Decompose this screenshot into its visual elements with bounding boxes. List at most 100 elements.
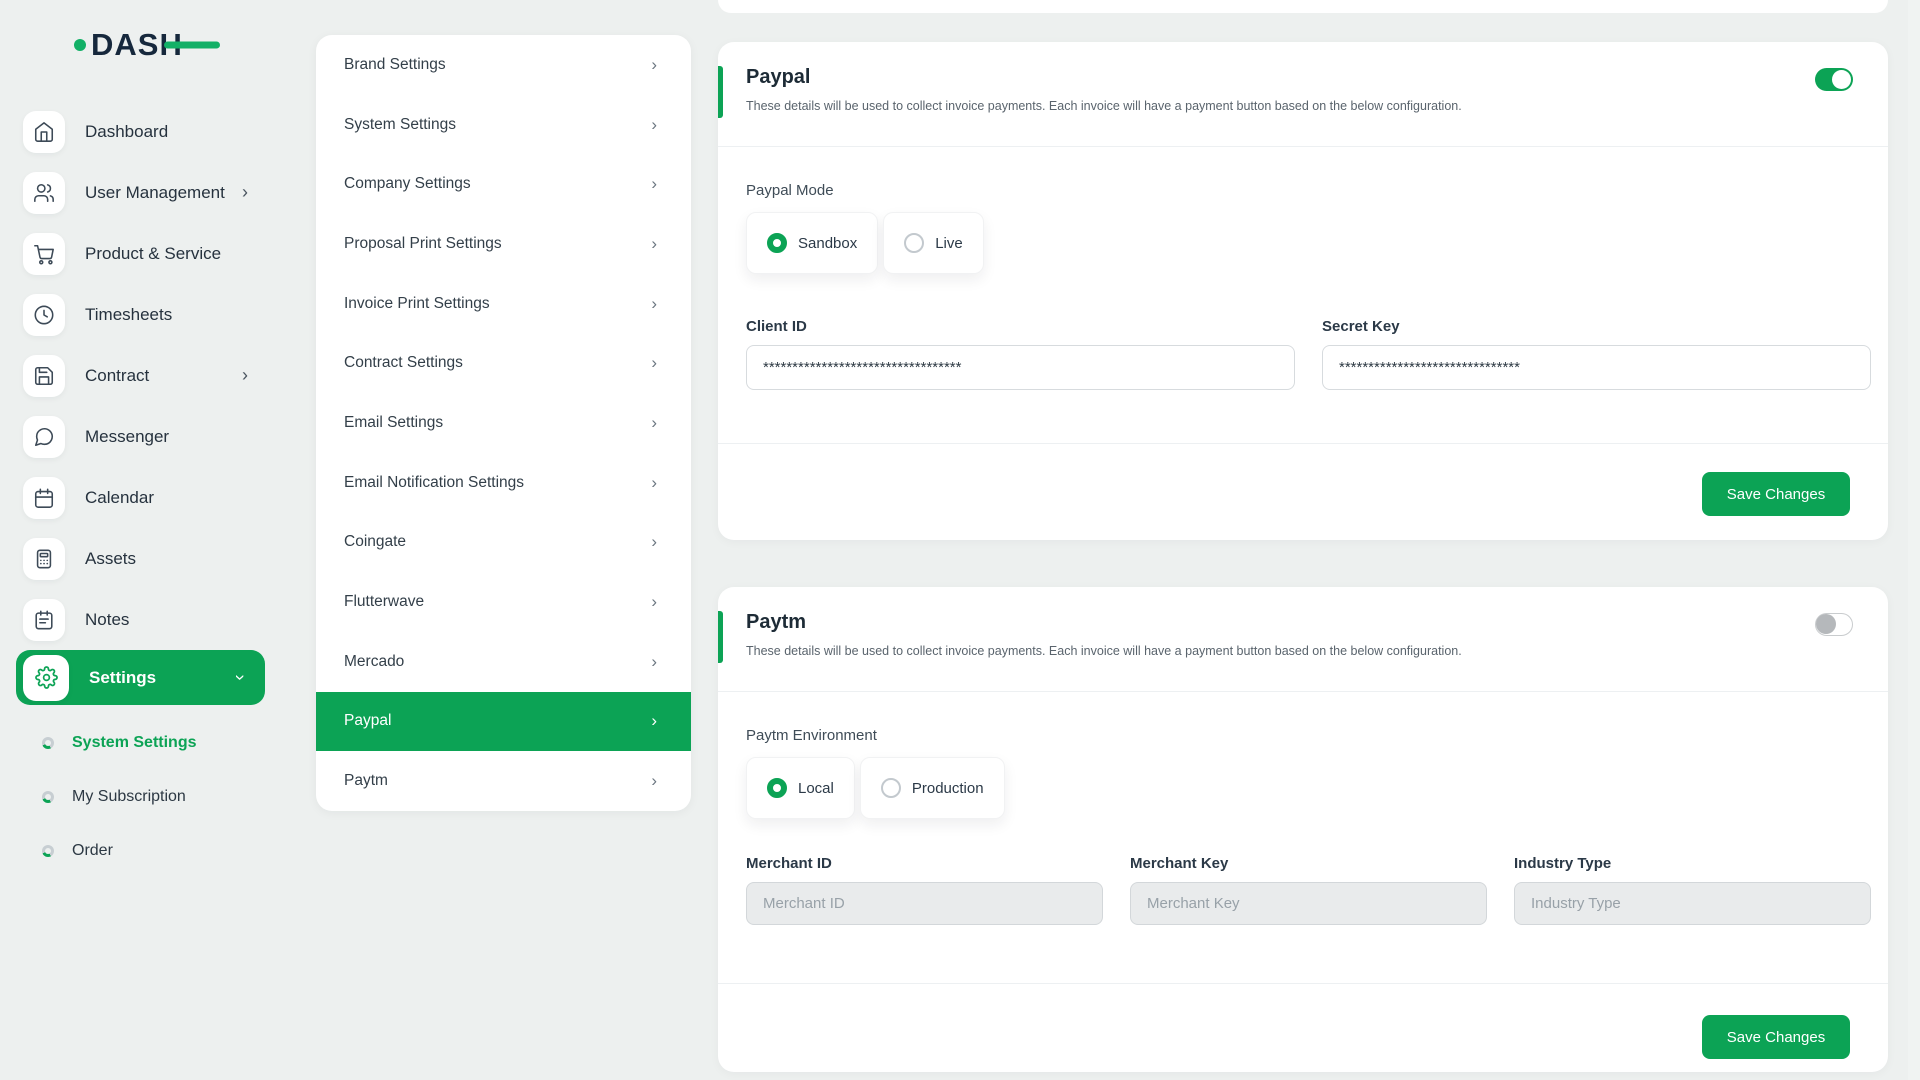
radio-option-sandbox[interactable]: Sandbox	[746, 212, 878, 274]
secret-key-input[interactable]	[1322, 345, 1871, 390]
paytm-card-description: These details will be used to collect in…	[746, 644, 1462, 658]
radio-option-local[interactable]: Local	[746, 757, 855, 819]
toggle-knob	[1832, 70, 1851, 89]
sidebar-item-settings[interactable]: Settings ›	[16, 650, 265, 705]
radio-unchecked-icon[interactable]	[904, 233, 924, 253]
menu-item-label: System Settings	[344, 116, 456, 134]
settings-menu-item-invoice-print-settings[interactable]: Invoice Print Settings ›	[316, 274, 691, 334]
sidebar-item-label: Dashboard	[85, 122, 168, 142]
paypal-card-title: Paypal	[746, 66, 810, 89]
progress-bullet-icon	[42, 791, 54, 803]
sidebar-item-label: Contract	[85, 366, 149, 386]
settings-menu-item-company-settings[interactable]: Company Settings ›	[316, 154, 691, 214]
menu-item-label: Paytm	[344, 772, 388, 790]
toggle-knob	[1816, 614, 1836, 634]
subnav-item-label: Order	[72, 842, 113, 860]
settings-menu-item-contract-settings[interactable]: Contract Settings ›	[316, 333, 691, 393]
paytm-fields: Merchant ID Merchant Key Industry Type	[746, 855, 1871, 925]
sidebar-item-contract[interactable]: Contract ›	[0, 345, 290, 406]
sidebar-item-label: Assets	[85, 549, 136, 569]
sidebar-item-calendar[interactable]: Calendar	[0, 467, 290, 528]
home-icon	[23, 111, 65, 153]
settings-menu-item-email-notification-settings[interactable]: Email Notification Settings ›	[316, 453, 691, 513]
progress-bullet-icon	[42, 845, 54, 857]
paytm-enable-toggle[interactable]	[1815, 613, 1853, 636]
scrollbar[interactable]	[1908, 0, 1920, 1080]
chevron-right-icon: ›	[651, 55, 657, 75]
radio-unchecked-icon[interactable]	[881, 778, 901, 798]
divider	[718, 443, 1888, 444]
settings-menu-item-mercado[interactable]: Mercado ›	[316, 632, 691, 692]
app-logo[interactable]: DASH	[72, 24, 222, 69]
subnav-item-system-settings[interactable]: System Settings	[0, 716, 290, 770]
client-id-input[interactable]	[746, 345, 1295, 390]
merchant-id-input[interactable]	[746, 882, 1103, 925]
paypal-mode-options: Sandbox Live	[746, 212, 984, 274]
settings-menu-item-system-settings[interactable]: System Settings ›	[316, 95, 691, 155]
paypal-mode-label: Paypal Mode	[746, 182, 834, 199]
industry-type-input[interactable]	[1514, 882, 1871, 925]
sidebar-item-label: Notes	[85, 610, 129, 630]
chevron-right-icon: ›	[651, 294, 657, 314]
radio-checked-icon[interactable]	[767, 778, 787, 798]
settings-menu-item-brand-settings[interactable]: Brand Settings ›	[316, 35, 691, 95]
settings-subnav: System Settings My Subscription Order	[0, 716, 290, 878]
settings-menu-item-coingate[interactable]: Coingate ›	[316, 513, 691, 573]
settings-menu-item-paytm[interactable]: Paytm ›	[316, 751, 691, 811]
chevron-right-icon: ›	[651, 711, 657, 731]
sidebar-item-label: Messenger	[85, 427, 169, 447]
radio-option-label: Sandbox	[798, 235, 857, 252]
industry-type-field-group: Industry Type	[1514, 855, 1871, 925]
subnav-item-label: System Settings	[72, 734, 196, 752]
previous-card-bottom	[718, 0, 1888, 13]
client-id-field-group: Client ID	[746, 318, 1295, 390]
main-content: Paypal These details will be used to col…	[718, 0, 1888, 1080]
card-accent-bar	[718, 611, 723, 663]
settings-menu-item-proposal-print-settings[interactable]: Proposal Print Settings ›	[316, 214, 691, 274]
menu-item-label: Proposal Print Settings	[344, 235, 502, 253]
chevron-right-icon: ›	[651, 413, 657, 433]
subnav-item-label: My Subscription	[72, 788, 186, 806]
notepad-icon	[23, 599, 65, 641]
progress-bullet-icon	[42, 737, 54, 749]
sidebar-item-messenger[interactable]: Messenger	[0, 406, 290, 467]
menu-item-label: Email Settings	[344, 414, 443, 432]
clock-icon	[23, 294, 65, 336]
paytm-environment-options: Local Production	[746, 757, 1005, 819]
menu-item-label: Invoice Print Settings	[344, 295, 490, 313]
merchant-key-field-group: Merchant Key	[1130, 855, 1487, 925]
sidebar-item-label: Product & Service	[85, 244, 221, 264]
paypal-save-button[interactable]: Save Changes	[1702, 472, 1850, 516]
radio-option-label: Production	[912, 780, 984, 797]
sidebar-item-dashboard[interactable]: Dashboard	[0, 101, 290, 162]
settings-menu-item-flutterwave[interactable]: Flutterwave ›	[316, 572, 691, 632]
settings-menu-item-email-settings[interactable]: Email Settings ›	[316, 393, 691, 453]
paytm-save-button[interactable]: Save Changes	[1702, 1015, 1850, 1059]
paypal-enable-toggle[interactable]	[1815, 68, 1853, 91]
menu-item-label: Email Notification Settings	[344, 474, 524, 492]
radio-option-live[interactable]: Live	[883, 212, 984, 274]
sidebar-item-label: Calendar	[85, 488, 154, 508]
floppy-icon	[23, 355, 65, 397]
sidebar-item-timesheets[interactable]: Timesheets	[0, 284, 290, 345]
industry-type-label: Industry Type	[1514, 855, 1871, 872]
chevron-right-icon: ›	[242, 365, 248, 386]
sidebar-item-assets[interactable]: Assets	[0, 528, 290, 589]
paypal-fields: Client ID Secret Key	[746, 318, 1871, 390]
sidebar-item-product-service[interactable]: Product & Service	[0, 223, 290, 284]
chevron-right-icon: ›	[651, 115, 657, 135]
settings-menu-item-paypal[interactable]: Paypal ›	[316, 692, 691, 752]
radio-option-production[interactable]: Production	[860, 757, 1005, 819]
merchant-key-input[interactable]	[1130, 882, 1487, 925]
sidebar-item-notes[interactable]: Notes	[0, 589, 290, 650]
dash-logo-icon: DASH	[72, 24, 222, 64]
chevron-down-icon: ›	[230, 675, 251, 681]
sidebar-item-user-management[interactable]: User Management ›	[0, 162, 290, 223]
sidebar: DASH Dashboard User Management › Product…	[0, 0, 290, 1080]
subnav-item-my-subscription[interactable]: My Subscription	[0, 770, 290, 824]
subnav-item-order[interactable]: Order	[0, 824, 290, 878]
radio-checked-icon[interactable]	[767, 233, 787, 253]
menu-item-label: Company Settings	[344, 175, 471, 193]
menu-item-label: Flutterwave	[344, 593, 424, 611]
sidebar-nav: Dashboard User Management › Product & Se…	[0, 101, 290, 705]
